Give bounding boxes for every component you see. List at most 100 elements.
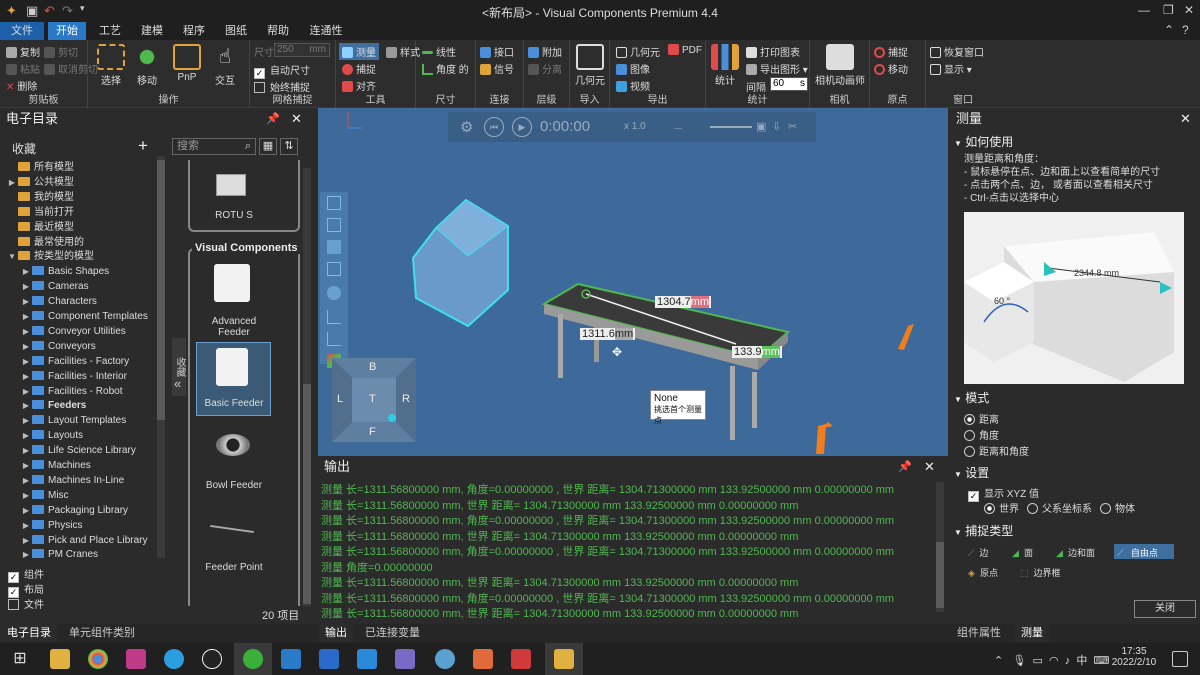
camera-animator-button[interactable]: 相机动画师 [814,44,866,87]
volume-icon[interactable]: ♪ [1065,655,1071,667]
tab-modeling[interactable]: 建模 [134,22,170,40]
restore-icon[interactable]: ❐ [1163,3,1174,17]
expanded-arrow-icon[interactable]: ▼ [6,249,18,264]
close-icon[interactable]: ✕ [1184,3,1194,17]
notification-icon[interactable] [1172,651,1188,667]
snap-type-section[interactable]: ▼ 捕捉类型 [954,522,1013,539]
coord-radio[interactable]: 世界 [984,503,1019,515]
auto-size-checkbox[interactable]: ✓ 自动尺寸 [254,62,310,79]
tree-item[interactable]: 最常使用的 [6,235,84,250]
vscode-icon[interactable] [357,649,377,669]
expand-arrow-icon[interactable]: ▶ [20,384,32,399]
expand-arrow-icon[interactable]: ▶ [20,443,32,458]
wps-icon[interactable] [511,649,531,669]
angle-dimension-button[interactable]: 角度 的 [422,61,469,76]
tab-connected-variables[interactable]: 已连接变量 [358,624,427,642]
tree-item[interactable]: ▶ Machines In-Line [20,473,124,488]
tab-measure[interactable]: 测量 [1014,624,1050,642]
catalog-item-feeder-point[interactable]: Feeder Point [196,562,272,573]
items-scrollbar[interactable] [303,168,311,606]
expand-arrow-icon[interactable]: ▶ [20,488,32,503]
expand-arrow-icon[interactable]: ▶ [20,309,32,324]
how-to-section[interactable]: ▼ 如何使用 [954,133,1013,150]
mode-section[interactable]: ▼ 模式 [954,389,989,406]
battery-icon[interactable]: ▭ [1032,655,1042,667]
chrome-icon[interactable] [88,649,108,669]
tab-connectivity[interactable]: 连通性 [304,22,348,40]
wifi-icon[interactable]: ◠ [1049,655,1059,667]
coord-radio[interactable]: 物体 [1100,503,1135,515]
tree-item[interactable]: ▶ PM Cranes [20,547,98,562]
tray-expand-icon[interactable]: ⌃ [994,655,1003,667]
tree-item[interactable]: ▶ Physics [20,518,82,533]
output-scrollbar[interactable] [936,482,944,612]
snap-bounding-box-option[interactable]: ⬚ 边界框 [1020,566,1061,579]
tree-item[interactable]: 所有模型 [6,160,74,175]
network-app-icon[interactable] [395,649,415,669]
grid-view-icon[interactable]: ▦ [259,138,277,155]
app-icon-blue[interactable] [164,649,184,669]
export-image-button[interactable]: 图像 [616,61,650,76]
copy-button[interactable]: 复制 [6,44,40,59]
keyboard-icon[interactable]: ⌨ [1094,655,1110,667]
expand-arrow-icon[interactable]: ▶ [20,458,32,473]
expand-arrow-icon[interactable]: ▶ [20,339,32,354]
catalog-item-bowl-feeder[interactable]: Bowl Feeder [196,480,272,491]
filter-checkbox[interactable]: 文件 [8,596,44,611]
measure-close-icon[interactable]: ✕ [1180,108,1191,130]
expand-arrow-icon[interactable]: ▶ [20,473,32,488]
tree-item[interactable]: ▶ Pick and Place Library [20,533,148,548]
tree-item[interactable]: ▶ Facilities - Interior [20,369,127,384]
expand-arrow-icon[interactable]: ▶ [20,369,32,384]
tab-catalog[interactable]: 电子目录 [0,624,58,642]
expand-arrow-icon[interactable]: ▶ [20,354,32,369]
export-shape-button[interactable]: 导出图形 ▾ [746,61,808,76]
tree-item[interactable]: ▶ Feeders [20,398,86,413]
stats-button[interactable]: 统计 [710,44,740,87]
snap-face-option[interactable]: ◢ 面 [1012,546,1033,559]
expand-arrow-icon[interactable]: ▶ [20,547,32,562]
pin-icon[interactable]: 📌 [266,108,280,130]
expand-arrow-icon[interactable]: ▶ [20,398,32,413]
tab-component-properties[interactable]: 组件属性 [950,624,1008,642]
tab-help[interactable]: 帮助 [260,22,296,40]
print-chart-button[interactable]: 打印图表 [746,44,800,59]
output-pin-icon[interactable]: 📌 [898,456,912,478]
search-input[interactable]: 搜索 ⌕ [172,138,256,155]
expand-arrow-icon[interactable]: ▶ [20,324,32,339]
interval-input[interactable]: 60 s [770,77,808,91]
import-geometry-button[interactable]: 几何元 [574,44,606,87]
add-favorite-icon[interactable]: + [138,136,148,156]
tree-item[interactable]: ▶ Cameras [20,279,89,294]
detach-button[interactable]: 分离 [528,61,562,76]
tree-item[interactable]: ▶ Facilities - Factory [20,354,129,369]
visual-components-taskbar-icon[interactable] [554,649,574,669]
tab-drawing[interactable]: 图纸 [218,22,254,40]
expand-arrow-icon[interactable]: ▶ [20,264,32,279]
expand-arrow-icon[interactable]: ▶ [20,279,32,294]
windows-start-icon[interactable]: ⊞ [10,649,30,669]
select-button[interactable]: 选择 [96,44,126,87]
tree-item[interactable]: ▶ Layouts [20,428,83,443]
export-geometry-button[interactable]: 几何元 [616,44,660,59]
tab-home[interactable]: 开始 [48,22,86,40]
ime-indicator[interactable]: 中 [1076,655,1087,667]
tree-scrollbar[interactable] [157,156,165,558]
snap-edge-option[interactable]: ⟋ 边 [968,546,988,559]
tree-item[interactable]: 当前打开 [6,205,74,220]
tab-program[interactable]: 程序 [176,22,212,40]
tree-item[interactable]: 我的模型 [6,190,74,205]
tab-cell-component-class[interactable]: 单元组件类别 [62,624,142,642]
tree-item[interactable]: ▶ Misc [20,488,69,503]
snap-button[interactable]: 捕捉 [342,61,376,76]
style-button[interactable]: 样式 [386,44,420,59]
tree-item[interactable]: ▶ Characters [20,294,97,309]
minimize-icon[interactable]: — [1138,3,1150,17]
sort-icon[interactable]: ⇅ [280,138,298,155]
wechat-icon[interactable] [243,649,263,669]
interact-button[interactable]: ☝ 交互 [210,44,240,87]
tree-item[interactable]: ▶ Machines [20,458,91,473]
coord-radio[interactable]: 父系坐标系 [1027,503,1092,515]
help-icon[interactable]: ? [1182,23,1189,37]
clock[interactable]: 17:35 2022/2/10 [1108,646,1160,668]
